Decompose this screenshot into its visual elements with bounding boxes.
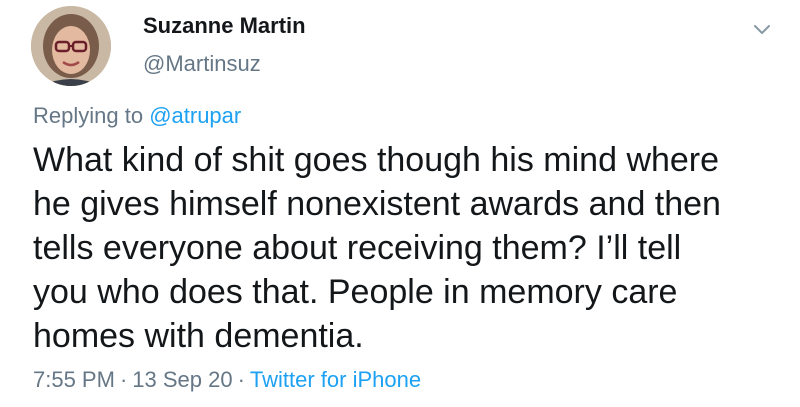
tweet-source-link[interactable]: Twitter for iPhone	[250, 367, 421, 392]
tweet-date[interactable]: 13 Sep 20	[132, 367, 232, 392]
avatar[interactable]	[31, 6, 111, 86]
tweet-time[interactable]: 7:55 PM	[33, 367, 115, 392]
replying-prefix: Replying to	[33, 103, 150, 128]
author-name[interactable]: Suzanne Martin	[143, 12, 306, 40]
chevron-down-icon[interactable]	[752, 19, 772, 39]
tweet-meta: 7:55 PM · 13 Sep 20 · Twitter for iPhone	[33, 366, 421, 394]
replying-to: Replying to @atrupar	[33, 102, 241, 130]
reply-mention-link[interactable]: @atrupar	[149, 103, 241, 128]
profile-photo	[31, 6, 111, 86]
author-handle[interactable]: @Martinsuz	[143, 50, 261, 78]
meta-separator: ·	[119, 367, 128, 392]
meta-separator: ·	[237, 367, 245, 392]
tweet-text: What kind of shit goes though his mind w…	[33, 141, 721, 355]
